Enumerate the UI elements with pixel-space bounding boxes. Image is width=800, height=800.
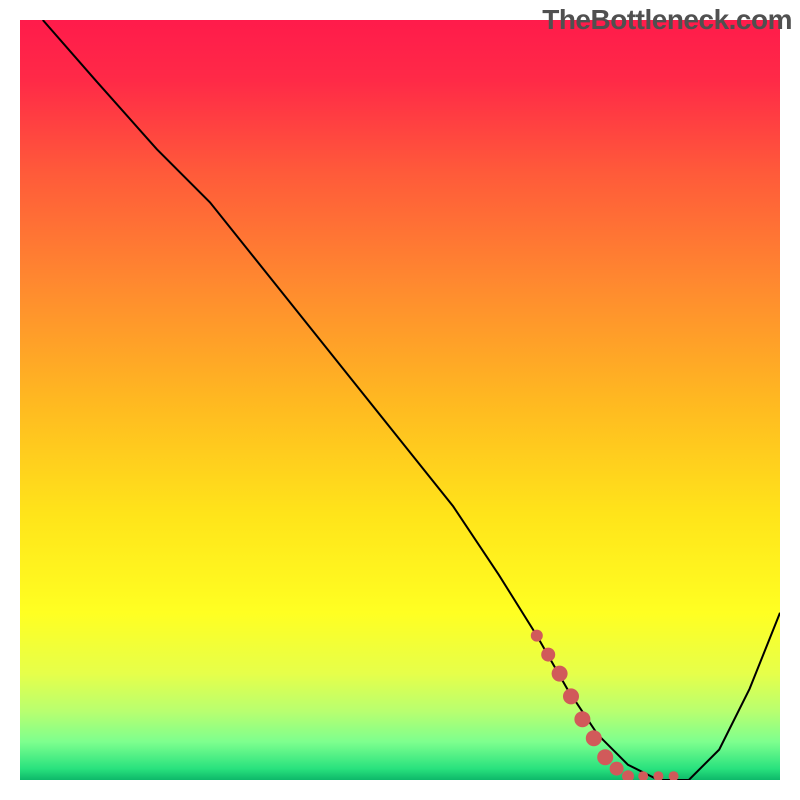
marker-dot [574, 711, 590, 727]
marker-dot [597, 749, 613, 765]
marker-dot [653, 771, 663, 780]
highlight-markers [531, 630, 679, 780]
marker-dot [669, 771, 679, 780]
marker-dot [638, 771, 648, 780]
chart-container: TheBottleneck.com [0, 0, 800, 800]
marker-dot [586, 730, 602, 746]
watermark-text: TheBottleneck.com [542, 4, 792, 36]
marker-dot [541, 648, 555, 662]
marker-layer [20, 20, 780, 780]
marker-dot [531, 630, 543, 642]
marker-dot [610, 762, 624, 776]
marker-dot [563, 688, 579, 704]
marker-dot [622, 770, 634, 780]
marker-dot [552, 666, 568, 682]
